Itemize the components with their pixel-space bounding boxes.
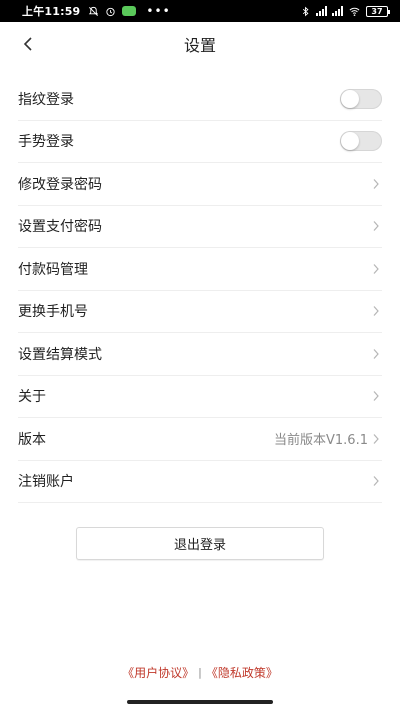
setting-label: 版本 bbox=[18, 431, 46, 448]
signal-icon-2 bbox=[332, 6, 343, 16]
battery-icon: 37 bbox=[366, 5, 390, 17]
chevron-right-icon bbox=[370, 432, 382, 446]
setting-label: 付款码管理 bbox=[18, 261, 88, 278]
status-right-icons: 37 bbox=[300, 5, 390, 17]
back-button[interactable] bbox=[14, 30, 42, 58]
setting-label: 设置结算模式 bbox=[18, 346, 102, 363]
chevron-right-icon bbox=[370, 474, 382, 488]
status-left-icons: ••• bbox=[88, 4, 170, 18]
chevron-right-icon bbox=[370, 347, 382, 361]
setting-change-login-password[interactable]: 修改登录密码 bbox=[18, 163, 382, 206]
version-value: 当前版本V1.6.1 bbox=[274, 433, 368, 449]
status-bar: 上午11:59 ••• 37 bbox=[0, 0, 400, 22]
settings-list: 指纹登录 手势登录 修改登录密码 设置支付密码 付款码管理 更换手机号 设置结算… bbox=[18, 78, 382, 503]
setting-label: 设置支付密码 bbox=[18, 219, 102, 236]
chevron-left-icon bbox=[23, 37, 32, 51]
alarm-icon bbox=[106, 7, 116, 16]
wechat-icon bbox=[122, 6, 137, 16]
status-time: 上午11:59 bbox=[22, 5, 81, 18]
setting-cancel-account[interactable]: 注销账户 bbox=[18, 461, 382, 503]
user-agreement-link[interactable]: 《用户协议》 bbox=[122, 664, 194, 681]
toggle-knob bbox=[341, 132, 359, 151]
footer-separator: | bbox=[198, 666, 202, 679]
chevron-right-icon bbox=[370, 219, 382, 233]
more-dots-icon: ••• bbox=[146, 4, 171, 18]
bluetooth-icon bbox=[302, 6, 309, 16]
logout-button[interactable]: 退出登录 bbox=[76, 527, 324, 560]
mute-bell-icon bbox=[89, 6, 99, 16]
gesture-toggle[interactable] bbox=[340, 131, 382, 152]
footer-links: 《用户协议》 | 《隐私政策》 bbox=[0, 664, 400, 681]
wifi-icon bbox=[349, 7, 360, 16]
nav-bar: 设置 bbox=[0, 22, 400, 66]
setting-settlement-mode[interactable]: 设置结算模式 bbox=[18, 333, 382, 376]
setting-gesture-login: 手势登录 bbox=[18, 121, 382, 163]
signal-icon bbox=[316, 6, 327, 16]
setting-set-payment-password[interactable]: 设置支付密码 bbox=[18, 206, 382, 248]
page-title: 设置 bbox=[183, 36, 216, 55]
setting-label: 指纹登录 bbox=[18, 91, 74, 108]
fingerprint-toggle[interactable] bbox=[340, 88, 382, 109]
setting-about[interactable]: 关于 bbox=[18, 376, 382, 418]
setting-label: 更换手机号 bbox=[18, 304, 88, 321]
setting-change-phone-number[interactable]: 更换手机号 bbox=[18, 291, 382, 333]
setting-version[interactable]: 版本 当前版本V1.6.1 bbox=[18, 418, 382, 461]
chevron-right-icon bbox=[370, 177, 382, 191]
setting-label: 注销账户 bbox=[18, 474, 74, 491]
setting-label: 手势登录 bbox=[18, 134, 74, 151]
setting-label: 修改登录密码 bbox=[18, 176, 102, 193]
setting-payment-code-management[interactable]: 付款码管理 bbox=[18, 248, 382, 291]
privacy-policy-link[interactable]: 《隐私政策》 bbox=[206, 664, 278, 681]
setting-fingerprint-login: 指纹登录 bbox=[18, 78, 382, 121]
chevron-right-icon bbox=[370, 262, 382, 276]
home-indicator[interactable] bbox=[127, 700, 273, 704]
setting-label: 关于 bbox=[18, 389, 46, 406]
toggle-knob bbox=[341, 89, 359, 108]
chevron-right-icon bbox=[370, 389, 382, 403]
chevron-right-icon bbox=[370, 304, 382, 318]
